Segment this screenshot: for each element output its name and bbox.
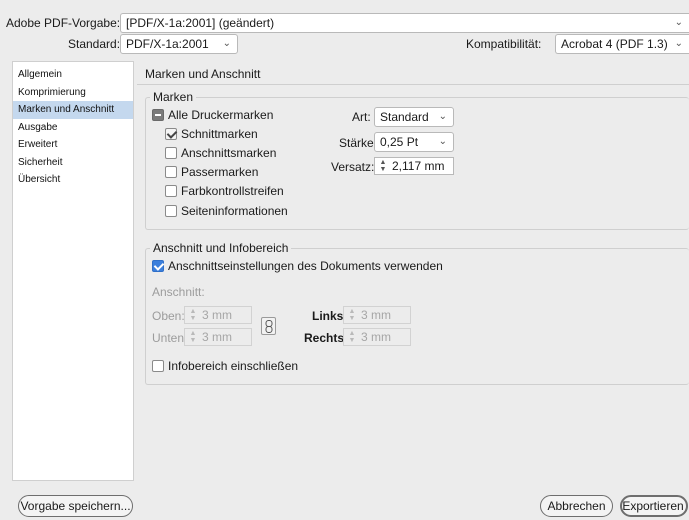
chevron-down-icon: ⌄ bbox=[674, 38, 683, 49]
title-divider bbox=[137, 84, 689, 85]
compat-value: Acrobat 4 (PDF 1.3) bbox=[561, 37, 668, 51]
crop-marks-label: Schnittmarken bbox=[181, 127, 258, 141]
registration-marks-checkbox[interactable] bbox=[165, 166, 177, 178]
right-value: 3 mm bbox=[361, 330, 391, 344]
standard-label: Standard: bbox=[68, 37, 121, 51]
compat-select[interactable]: Acrobat 4 (PDF 1.3) ⌄ bbox=[555, 34, 689, 54]
stepper-icon[interactable]: ▲ ▼ bbox=[377, 159, 389, 173]
all-marks-label: Alle Druckermarken bbox=[168, 108, 274, 122]
offset-field[interactable]: ▲ ▼ 2,117 mm bbox=[374, 157, 454, 175]
sidebar-item-allgemein[interactable]: Allgemein bbox=[13, 66, 133, 84]
chain-link-icon bbox=[265, 320, 273, 333]
stepper-icon[interactable]: ▲ ▼ bbox=[346, 330, 358, 344]
left-field[interactable]: ▲ ▼ 3 mm bbox=[343, 306, 411, 324]
left-value: 3 mm bbox=[361, 308, 391, 322]
link-chain-button[interactable] bbox=[261, 317, 276, 335]
sidebar-item-uebersicht[interactable]: Übersicht bbox=[13, 171, 133, 189]
save-preset-button[interactable]: Vorgabe speichern... bbox=[18, 495, 133, 517]
bottom-value: 3 mm bbox=[202, 330, 232, 344]
compat-label: Kompatibilität: bbox=[466, 37, 542, 51]
bottom-label: Unten: bbox=[152, 331, 188, 345]
offset-label: Versatz: bbox=[331, 160, 375, 174]
type-select[interactable]: Standard ⌄ bbox=[374, 107, 454, 127]
use-doc-bleed-checkbox[interactable] bbox=[152, 260, 164, 272]
bleed-group-title: Anschnitt und Infobereich bbox=[150, 241, 292, 255]
type-value: Standard bbox=[380, 110, 429, 124]
standard-value: PDF/X-1a:2001 bbox=[126, 37, 209, 51]
standard-select[interactable]: PDF/X-1a:2001 ⌄ bbox=[120, 34, 238, 54]
marks-group-title: Marken bbox=[150, 90, 197, 104]
right-label: Rechts: bbox=[304, 331, 349, 345]
cancel-button[interactable]: Abbrechen bbox=[540, 495, 613, 517]
bleed-marks-checkbox[interactable] bbox=[165, 147, 177, 159]
top-field[interactable]: ▲ ▼ 3 mm bbox=[184, 306, 252, 324]
offset-value: 2,117 mm bbox=[392, 159, 445, 173]
chevron-down-icon: ⌄ bbox=[438, 136, 447, 147]
sidebar: Allgemein Komprimierung Marken und Ansch… bbox=[12, 61, 134, 481]
bleed-label: Anschnitt: bbox=[152, 285, 205, 299]
export-button[interactable]: Exportieren bbox=[620, 495, 688, 517]
stepper-icon[interactable]: ▲ ▼ bbox=[346, 308, 358, 322]
right-field[interactable]: ▲ ▼ 3 mm bbox=[343, 328, 411, 346]
sidebar-item-marken-und-anschnitt[interactable]: Marken und Anschnitt bbox=[13, 101, 133, 119]
slug-label: Infobereich einschließen bbox=[168, 359, 299, 373]
weight-value: 0,25 Pt bbox=[380, 135, 419, 149]
page-title: Marken und Anschnitt bbox=[145, 67, 261, 81]
color-bars-checkbox[interactable] bbox=[165, 185, 177, 197]
stepper-icon[interactable]: ▲ ▼ bbox=[187, 330, 199, 344]
stepper-icon[interactable]: ▲ ▼ bbox=[187, 308, 199, 322]
sidebar-item-komprimierung[interactable]: Komprimierung bbox=[13, 84, 133, 102]
use-doc-bleed-label: Anschnittseinstellungen des Dokuments ve… bbox=[168, 259, 443, 273]
chevron-down-icon: ⌄ bbox=[438, 111, 447, 122]
top-value: 3 mm bbox=[202, 308, 232, 322]
top-label: Oben: bbox=[152, 309, 185, 323]
weight-label: Stärke: bbox=[339, 136, 378, 150]
all-marks-checkbox[interactable] bbox=[152, 109, 164, 121]
preset-value: [PDF/X-1a:2001] (geändert) bbox=[126, 16, 275, 30]
slug-checkbox[interactable] bbox=[152, 360, 164, 372]
chevron-down-icon: ⌄ bbox=[222, 38, 231, 49]
sidebar-item-erweitert[interactable]: Erweitert bbox=[13, 136, 133, 154]
bleed-marks-label: Anschnittsmarken bbox=[181, 146, 277, 160]
bottom-field[interactable]: ▲ ▼ 3 mm bbox=[184, 328, 252, 346]
chevron-down-icon: ⌄ bbox=[674, 17, 683, 28]
type-label: Art: bbox=[352, 110, 371, 124]
sidebar-item-sicherheit[interactable]: Sicherheit bbox=[13, 154, 133, 172]
page-info-label: Seiteninformationen bbox=[181, 204, 288, 218]
registration-marks-label: Passermarken bbox=[181, 165, 259, 179]
sidebar-item-ausgabe[interactable]: Ausgabe bbox=[13, 119, 133, 137]
crop-marks-checkbox[interactable] bbox=[165, 128, 177, 140]
color-bars-label: Farbkontrollstreifen bbox=[181, 184, 284, 198]
weight-select[interactable]: 0,25 Pt ⌄ bbox=[374, 132, 454, 152]
preset-label: Adobe PDF-Vorgabe: bbox=[6, 16, 121, 30]
preset-select[interactable]: [PDF/X-1a:2001] (geändert) ⌄ bbox=[120, 13, 689, 33]
page-info-checkbox[interactable] bbox=[165, 205, 177, 217]
